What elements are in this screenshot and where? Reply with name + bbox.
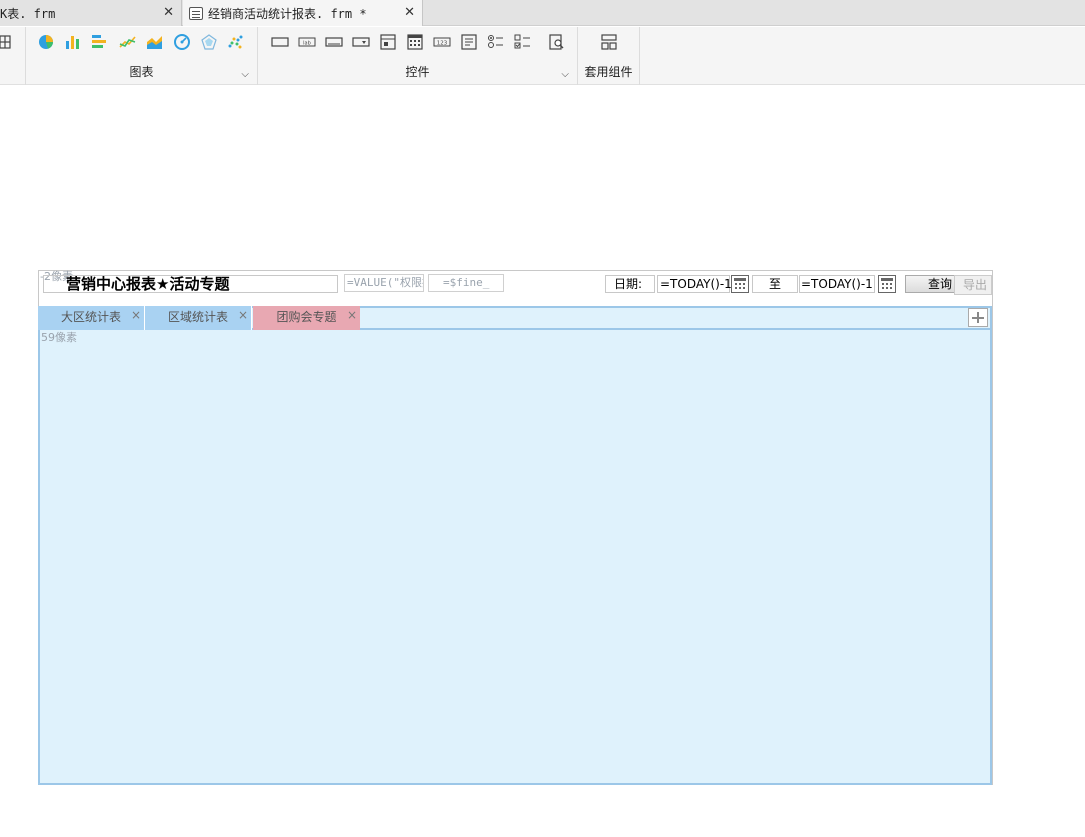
calendar-icon[interactable] bbox=[878, 275, 896, 293]
template-component-icon[interactable] bbox=[600, 34, 618, 50]
close-icon[interactable]: × bbox=[347, 304, 357, 326]
text-field-control-icon[interactable] bbox=[325, 34, 343, 50]
dropdown-control-icon[interactable] bbox=[352, 34, 370, 50]
report-title-label[interactable]: 营销中心报表★活动专题 bbox=[43, 275, 338, 293]
svg-text:123: 123 bbox=[437, 41, 448, 47]
tab-label: 区域统计表 bbox=[167, 310, 228, 324]
textarea-control-icon[interactable] bbox=[460, 34, 478, 50]
file-tab-label: 经销商活动统计报表. frm * bbox=[208, 6, 367, 21]
area-chart-icon[interactable] bbox=[146, 34, 164, 50]
export-button[interactable]: 导出 bbox=[954, 275, 992, 295]
file-tab-label: K表. frm bbox=[0, 6, 56, 21]
tab-region-statistics[interactable]: 大区统计表 × bbox=[38, 306, 145, 330]
bar-chart-icon[interactable] bbox=[64, 34, 82, 50]
close-icon[interactable]: ✕ bbox=[163, 5, 174, 20]
query-button[interactable]: 查询 bbox=[905, 275, 957, 293]
checkbox-group-control-icon[interactable] bbox=[514, 34, 532, 50]
body-pixel-label: 59像素 bbox=[41, 331, 77, 344]
ribbon-toolbar: 图表 ⌵ lab 123 控件 ⌵ 套用组件 bbox=[0, 27, 1085, 85]
end-date-field[interactable]: =TODAY()-1 bbox=[799, 275, 875, 293]
file-tab-k-report[interactable]: K表. frm ✕ bbox=[0, 0, 182, 26]
search-control-icon[interactable] bbox=[548, 34, 566, 50]
date-label: 日期: bbox=[605, 275, 655, 293]
tab-label: 大区统计表 bbox=[60, 310, 121, 324]
close-icon[interactable]: × bbox=[131, 304, 141, 326]
ribbon-group-charts: 图表 ⌵ bbox=[26, 27, 258, 85]
pie-chart-icon[interactable] bbox=[37, 34, 55, 50]
tab-group-buying-topic[interactable]: 团购会专题 × bbox=[253, 306, 360, 330]
ribbon-group-layout bbox=[0, 27, 26, 85]
ribbon-group-controls: lab 123 控件 ⌵ bbox=[258, 27, 578, 85]
permission-formula-widget[interactable]: =VALUE("权限控 bbox=[344, 274, 424, 292]
file-tab-bar: K表. frm ✕ 经销商活动统计报表. frm * ✕ bbox=[0, 0, 1085, 26]
tab-label: 团购会专题 bbox=[276, 310, 337, 324]
calendar-icon[interactable] bbox=[731, 275, 749, 293]
date-control-icon[interactable] bbox=[406, 34, 424, 50]
radio-group-control-icon[interactable] bbox=[487, 34, 505, 50]
add-tab-icon[interactable] bbox=[968, 308, 988, 327]
chevron-down-icon[interactable]: ⌵ bbox=[561, 69, 569, 80]
close-icon[interactable]: × bbox=[238, 304, 248, 326]
number-control-icon[interactable]: 123 bbox=[433, 34, 451, 50]
tab-area-statistics[interactable]: 区域统计表 × bbox=[145, 306, 252, 330]
close-icon[interactable]: ✕ bbox=[404, 5, 415, 20]
layout-icon[interactable] bbox=[0, 34, 18, 50]
to-label: 至 bbox=[752, 275, 798, 293]
scatter-chart-icon[interactable] bbox=[227, 34, 245, 50]
ribbon-group-template-components: 套用组件 bbox=[578, 27, 640, 85]
file-tab-dealer-report[interactable]: 经销商活动统计报表. frm * ✕ bbox=[183, 0, 423, 26]
start-date-field[interactable]: =TODAY()-1 bbox=[657, 275, 732, 293]
controls-group-label: 控件 bbox=[405, 65, 430, 79]
fine-param-widget[interactable]: =$fine_ bbox=[428, 274, 504, 292]
charts-group-label: 图表 bbox=[129, 65, 154, 79]
chevron-down-icon[interactable]: ⌵ bbox=[241, 69, 249, 80]
label-control-icon[interactable]: lab bbox=[298, 34, 316, 50]
report-file-icon bbox=[189, 6, 203, 20]
svg-text:lab: lab bbox=[303, 41, 311, 47]
tab-panel-body[interactable] bbox=[38, 306, 992, 785]
gauge-chart-icon[interactable] bbox=[173, 34, 191, 50]
line-chart-icon[interactable] bbox=[119, 34, 137, 50]
button-control-icon[interactable] bbox=[271, 34, 289, 50]
template-components-group-label: 套用组件 bbox=[584, 65, 633, 79]
horizontal-bar-chart-icon[interactable] bbox=[91, 34, 109, 50]
combo-control-icon[interactable] bbox=[379, 34, 397, 50]
radar-chart-icon[interactable] bbox=[200, 34, 218, 50]
